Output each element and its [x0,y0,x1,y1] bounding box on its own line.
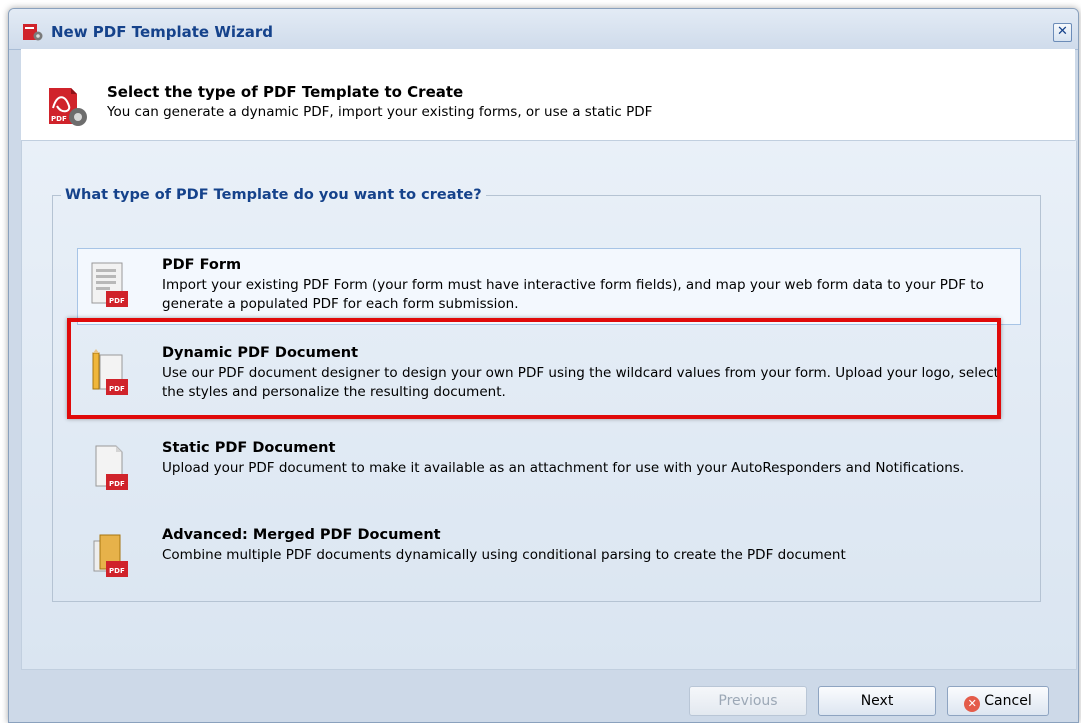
svg-text:PDF: PDF [51,115,67,123]
pdf-badge: PDF [109,297,125,305]
pdf-settings-icon: PDF [49,88,87,126]
wizard-body: What type of PDF Template do you want to… [21,141,1077,670]
template-type-question: What type of PDF Template do you want to… [65,187,482,203]
option-title: Dynamic PDF Document [162,345,359,361]
static-pdf-icon: PDF [95,445,128,490]
wizard-header: PDF Select the type of PDF Template to C… [21,49,1075,141]
template-type-group: What type of PDF Template do you want to… [52,187,1041,602]
header-title: Select the type of PDF Template to Creat… [107,83,464,101]
option-static-pdf[interactable]: PDF Static PDF Document Upload your PDF … [77,431,1021,503]
option-description: Use our PDF document designer to design … [162,365,999,400]
option-pdf-form[interactable]: PDF PDF Form Import your existing PDF Fo… [77,248,1021,325]
pdf-form-icon: PDF [91,262,128,307]
option-description: Combine multiple PDF documents dynamical… [162,547,846,563]
dynamic-pdf-icon: PDF [92,349,128,395]
option-title: PDF Form [162,257,242,273]
pdf-badge: PDF [109,385,125,393]
cancel-label: Cancel [984,693,1032,709]
pdf-badge: PDF [109,567,125,575]
pdf-badge: PDF [109,480,125,488]
option-dynamic-pdf[interactable]: PDF Dynamic PDF Document Use our PDF doc… [77,336,1021,413]
option-merged-pdf[interactable]: PDF Advanced: Merged PDF Document Combin… [77,518,1021,590]
title-bar[interactable]: New PDF Template Wizard ✕ [9,9,1078,50]
pdf-gear-icon [23,24,43,41]
option-description: Upload your PDF document to make it avai… [162,460,965,476]
option-description: Import your existing PDF Form (your form… [162,277,984,312]
cancel-button[interactable]: ✕ Cancel [947,686,1049,716]
option-title: Advanced: Merged PDF Document [162,527,441,543]
merged-pdf-icon: PDF [93,534,128,577]
window-title: New PDF Template Wizard [51,23,274,41]
option-title: Static PDF Document [162,440,336,456]
close-icon[interactable]: ✕ [1053,23,1072,42]
header-subtitle: You can generate a dynamic PDF, import y… [107,104,653,120]
wizard-window: New PDF Template Wizard ✕ PDF Select the… [8,8,1079,723]
previous-button[interactable]: Previous [689,686,807,716]
next-button[interactable]: Next [818,686,936,716]
wizard-footer: Previous Next ✕ Cancel [9,670,1078,722]
cancel-icon: ✕ [964,696,981,712]
